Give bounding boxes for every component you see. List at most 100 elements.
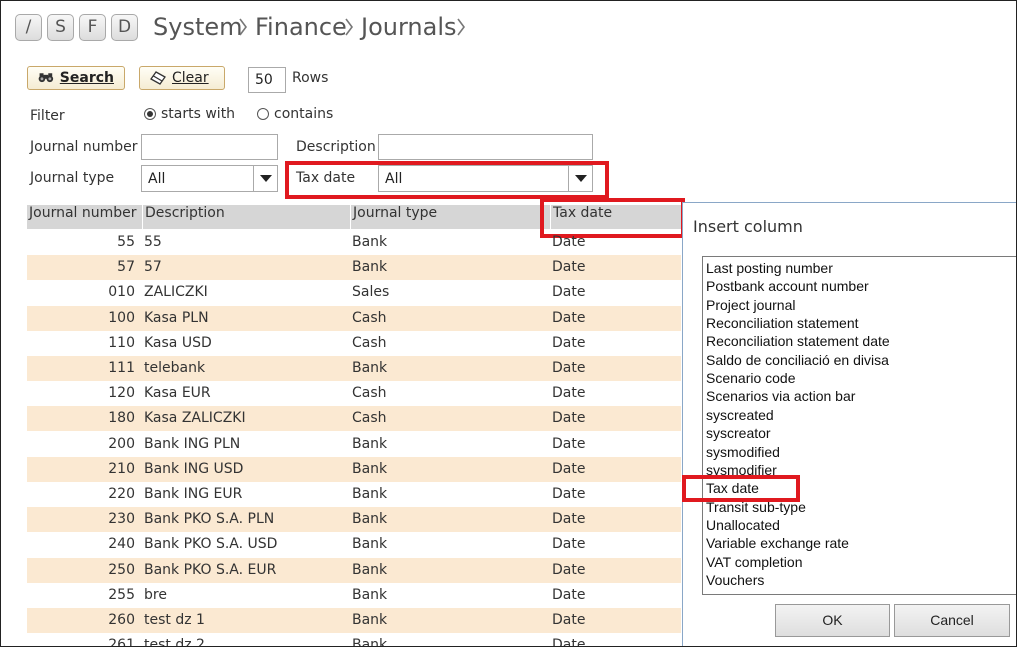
- cell-tax-date: Date: [552, 234, 586, 250]
- radio-contains[interactable]: [257, 108, 269, 120]
- rows-label: Rows: [292, 70, 329, 86]
- chevron-right-icon: [239, 18, 247, 36]
- table-row[interactable]: 111 telebank Bank Date: [27, 356, 681, 381]
- journal-number-label: Journal number: [30, 139, 138, 155]
- radio-selected-dot: [147, 111, 153, 117]
- table-row[interactable]: 261 test dz 2 Bank Date: [27, 633, 681, 647]
- cell-tax-date: Date: [552, 435, 586, 452]
- cell-tax-date: Date: [552, 460, 586, 477]
- column-list-item[interactable]: Reconciliation statement date: [706, 333, 890, 351]
- cell-description: Bank ING PLN: [144, 435, 241, 452]
- table-row[interactable]: 200 Bank ING PLN Bank Date: [27, 432, 681, 457]
- cancel-button[interactable]: Cancel: [894, 604, 1010, 637]
- cell-tax-date: Date: [552, 360, 586, 376]
- radio-starts-with-label[interactable]: starts with: [161, 106, 235, 122]
- column-list-item[interactable]: Scenario code: [706, 370, 796, 388]
- table-row[interactable]: 100 Kasa PLN Cash Date: [27, 305, 681, 331]
- cell-journal-type: Bank: [352, 234, 388, 250]
- cell-journal-type: Cash: [352, 385, 387, 402]
- column-header-journal-type[interactable]: Journal type: [350, 205, 550, 229]
- dropdown-arrow-icon[interactable]: [253, 166, 277, 191]
- column-list-item[interactable]: syscreated: [706, 407, 774, 425]
- rows-input[interactable]: [248, 67, 286, 93]
- column-list-item[interactable]: Postbank account number: [706, 278, 869, 296]
- cell-journal-type: Bank: [352, 486, 388, 502]
- cell-journal-number: 180: [108, 410, 135, 427]
- column-list-item[interactable]: Last posting number: [706, 260, 833, 278]
- column-list-item[interactable]: Project journal: [706, 297, 796, 315]
- cell-journal-number: 010: [108, 284, 135, 301]
- cell-journal-type: Bank: [352, 586, 388, 603]
- table-row[interactable]: 230 Bank PKO S.A. PLN Bank Date: [27, 507, 681, 533]
- shortcut-key-f[interactable]: F: [79, 14, 106, 41]
- table-row[interactable]: 55 55 Bank Date: [27, 230, 681, 255]
- radio-starts-with[interactable]: [144, 108, 156, 120]
- radio-contains-label[interactable]: contains: [274, 106, 333, 122]
- cell-journal-type: Bank: [352, 612, 388, 628]
- journal-number-input[interactable]: [141, 134, 278, 160]
- cell-journal-type: Bank: [352, 460, 388, 477]
- cell-journal-type: Bank: [352, 259, 388, 276]
- table-row[interactable]: 250 Bank PKO S.A. EUR Bank Date: [27, 557, 681, 583]
- dialog-title: Insert column: [693, 217, 803, 236]
- column-list-item[interactable]: sysmodifier: [706, 462, 777, 480]
- breadcrumb-system[interactable]: System: [153, 13, 243, 41]
- cell-journal-number: 260: [108, 612, 135, 628]
- tax-date-select[interactable]: All: [378, 165, 593, 192]
- column-list-item[interactable]: Reconciliation statement: [706, 315, 859, 333]
- column-list-item[interactable]: Variable exchange rate: [706, 535, 849, 553]
- column-list-item[interactable]: syscreator: [706, 425, 771, 443]
- table-row[interactable]: 110 Kasa USD Cash Date: [27, 331, 681, 356]
- shortcut-key-slash[interactable]: /: [15, 14, 42, 41]
- cell-tax-date: Date: [552, 309, 586, 326]
- journal-type-value: All: [148, 171, 166, 187]
- table-row[interactable]: 220 Bank ING EUR Bank Date: [27, 482, 681, 507]
- clear-button-label: Clear: [172, 70, 209, 86]
- cell-journal-number: 57: [117, 259, 135, 276]
- table-row[interactable]: 240 Bank PKO S.A. USD Bank Date: [27, 532, 681, 557]
- search-button[interactable]: Search: [27, 66, 125, 90]
- cell-description: bre: [144, 586, 167, 603]
- table-row[interactable]: 255 bre Bank Date: [27, 583, 681, 608]
- column-list-item[interactable]: Tax date: [706, 480, 759, 498]
- cell-journal-type: Bank: [352, 637, 388, 647]
- cell-journal-number: 200: [108, 435, 135, 452]
- column-list-item[interactable]: Vouchers: [706, 572, 764, 590]
- cell-journal-type: Bank: [352, 511, 388, 528]
- column-header-journal-number[interactable]: Journal number: [27, 205, 141, 229]
- cell-tax-date: Date: [552, 486, 586, 502]
- cell-journal-type: Cash: [352, 309, 387, 326]
- table-row[interactable]: 57 57 Bank Date: [27, 255, 681, 281]
- table-row[interactable]: 210 Bank ING USD Bank Date: [27, 456, 681, 482]
- table-row[interactable]: 180 Kasa ZALICZKI Cash Date: [27, 406, 681, 432]
- cell-description: telebank: [144, 360, 206, 376]
- description-input[interactable]: [378, 134, 593, 160]
- cell-tax-date: Date: [552, 259, 586, 276]
- column-list-item[interactable]: Scenarios via action bar: [706, 388, 855, 406]
- table-row[interactable]: 260 test dz 1 Bank Date: [27, 608, 681, 633]
- breadcrumb-finance[interactable]: Finance: [255, 13, 347, 41]
- dropdown-arrow-icon[interactable]: [568, 166, 592, 191]
- column-list-item[interactable]: Unallocated: [706, 517, 780, 535]
- column-list[interactable]: Last posting number Postbank account numb…: [702, 256, 1016, 595]
- journal-type-select[interactable]: All: [141, 165, 278, 192]
- shortcut-key-s[interactable]: S: [47, 14, 74, 41]
- journal-type-label: Journal type: [30, 170, 115, 186]
- shortcut-key-d[interactable]: D: [111, 14, 138, 41]
- cell-journal-type: Bank: [352, 561, 388, 578]
- cell-journal-number: 220: [108, 486, 135, 502]
- column-list-item[interactable]: Saldo de conciliació en divisa: [706, 352, 889, 370]
- cell-description: Kasa ZALICZKI: [144, 410, 246, 427]
- cell-tax-date: Date: [552, 561, 586, 578]
- table-row[interactable]: 010 ZALICZKI Sales Date: [27, 280, 681, 305]
- column-list-item[interactable]: VAT completion: [706, 554, 803, 572]
- column-list-item[interactable]: Transit sub-type: [706, 499, 806, 517]
- column-list-item[interactable]: sysmodified: [706, 444, 780, 462]
- column-header-description[interactable]: Description: [142, 205, 350, 229]
- header-bar: / S F D System Finance Journals: [1, 1, 1016, 56]
- table-row[interactable]: 120 Kasa EUR Cash Date: [27, 381, 681, 406]
- breadcrumb-journals[interactable]: Journals: [361, 13, 457, 41]
- clear-button[interactable]: Clear: [139, 66, 225, 90]
- ok-button[interactable]: OK: [775, 604, 890, 637]
- column-header-tax-date[interactable]: Tax date: [550, 205, 681, 229]
